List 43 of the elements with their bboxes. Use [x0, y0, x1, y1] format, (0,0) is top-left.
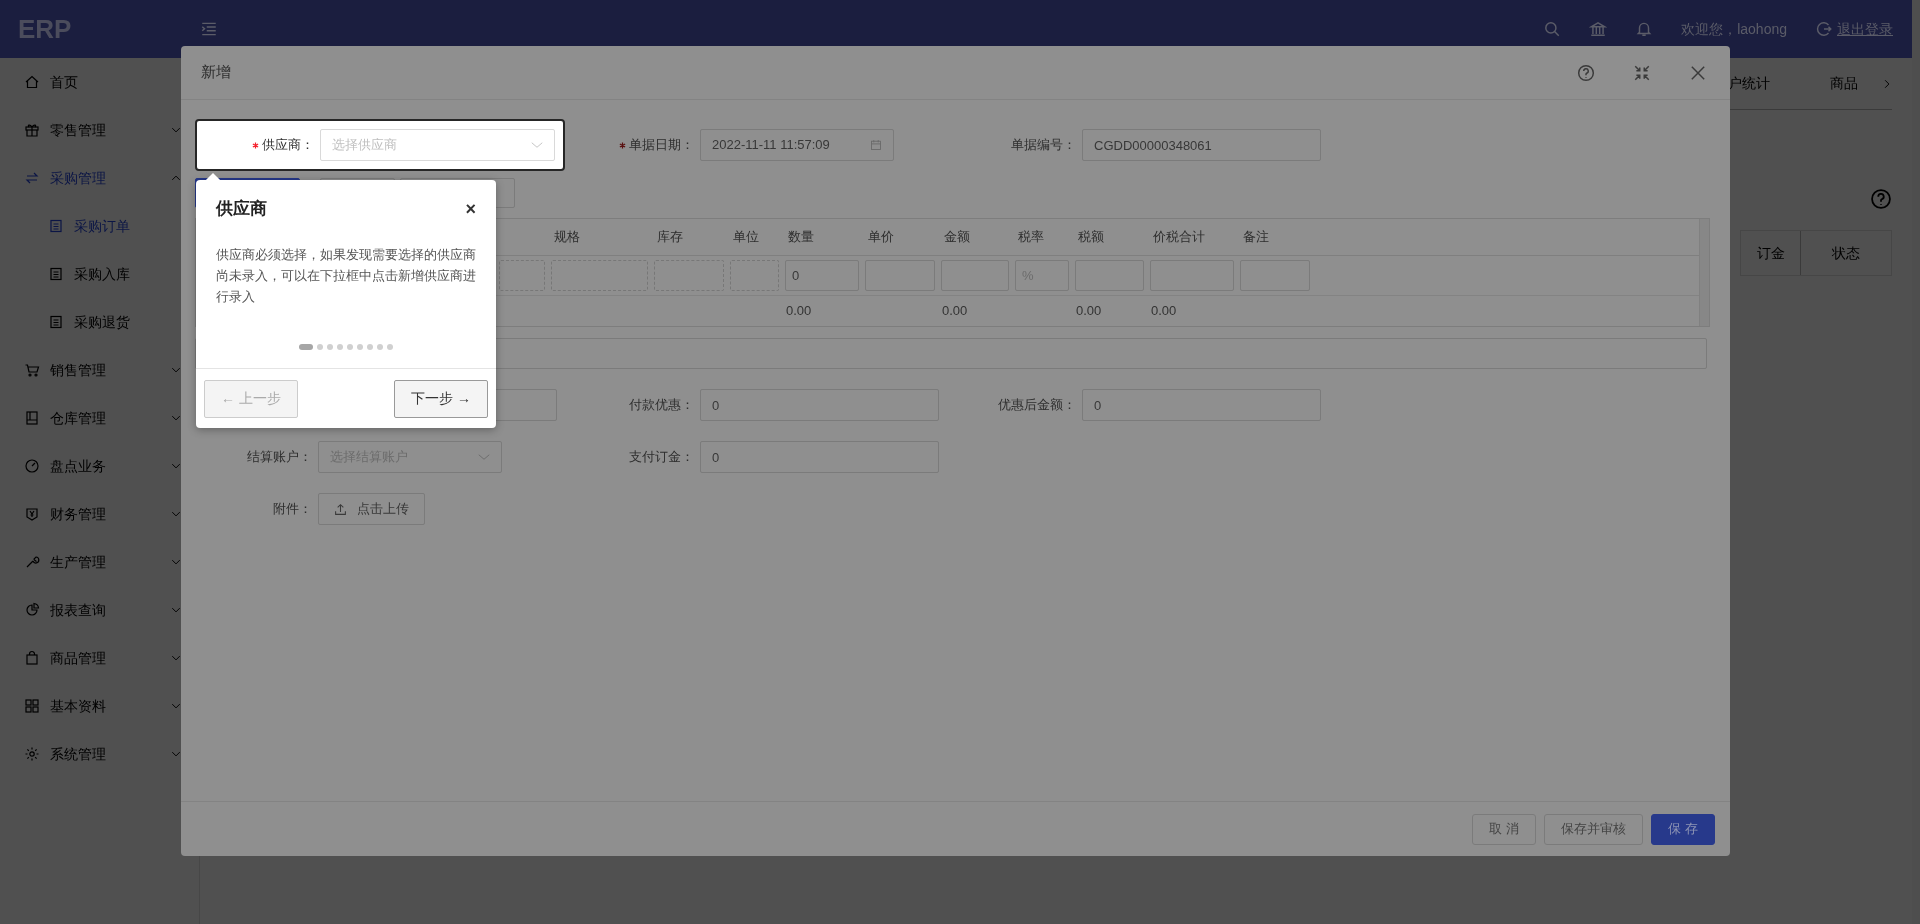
sidebar-item-label: 采购入库 — [74, 264, 130, 284]
column-header: 状态 — [1832, 243, 1860, 263]
field-label: 结算账户： — [247, 448, 312, 467]
column-header: 税率 — [1018, 229, 1044, 245]
field-label: 付款优惠： — [629, 396, 694, 415]
sidebar-item-label: 采购订单 — [74, 216, 130, 236]
sidebar-item-label: 报表查询 — [50, 600, 106, 620]
column-header: 税额 — [1078, 229, 1104, 245]
field-label: 供应商： — [262, 136, 314, 155]
column-header: 价税合计 — [1153, 229, 1205, 245]
field-label: 支付订金： — [629, 448, 694, 467]
column-header: 单价 — [868, 229, 894, 245]
total-value: 0.00 — [1151, 303, 1177, 319]
sidebar-item-label: 采购退货 — [74, 312, 130, 332]
sidebar-item-label: 生产管理 — [50, 552, 106, 572]
field-label: 附件： — [273, 500, 312, 519]
column-header: 规格 — [554, 229, 580, 245]
field-label: 单据日期： — [629, 136, 694, 155]
sidebar-item-label: 销售管理 — [50, 360, 106, 380]
sidebar-item-label: 采购管理 — [50, 168, 106, 188]
field-label: 单据编号： — [1011, 136, 1076, 155]
sidebar-item-label: 盘点业务 — [50, 456, 106, 476]
sidebar-item-label: 财务管理 — [50, 504, 106, 524]
modal-title: 新增 — [201, 62, 231, 83]
sidebar-item-label: 系统管理 — [50, 744, 106, 764]
column-header: 备注 — [1243, 229, 1269, 245]
sidebar-item-label: 基本资料 — [50, 696, 106, 716]
welcome-text: 欢迎您，laohong — [1681, 19, 1787, 39]
sidebar-item-label: 商品管理 — [50, 648, 106, 668]
column-header: 订金 — [1756, 243, 1785, 263]
total-value: 0.00 — [942, 303, 968, 319]
total-value: 0.00 — [1076, 303, 1102, 319]
column-header: 数量 — [788, 229, 814, 245]
column-header: 金额 — [944, 229, 970, 245]
field-label: 优惠后金额： — [998, 396, 1076, 415]
sidebar-item-label: 首页 — [50, 72, 78, 92]
column-header: 库存 — [657, 229, 683, 245]
popover-text: 供应商必须选择，如果发现需要选择的供应商尚未录入，可以在下拉框中点击新增供应商进行录入 — [215, 247, 477, 306]
sidebar-item-label: 零售管理 — [50, 120, 106, 140]
column-header: 单位 — [733, 229, 759, 245]
sidebar-item-label: 仓库管理 — [50, 408, 106, 428]
total-value: 0.00 — [786, 303, 812, 319]
popover-title: 供应商 — [216, 198, 267, 221]
